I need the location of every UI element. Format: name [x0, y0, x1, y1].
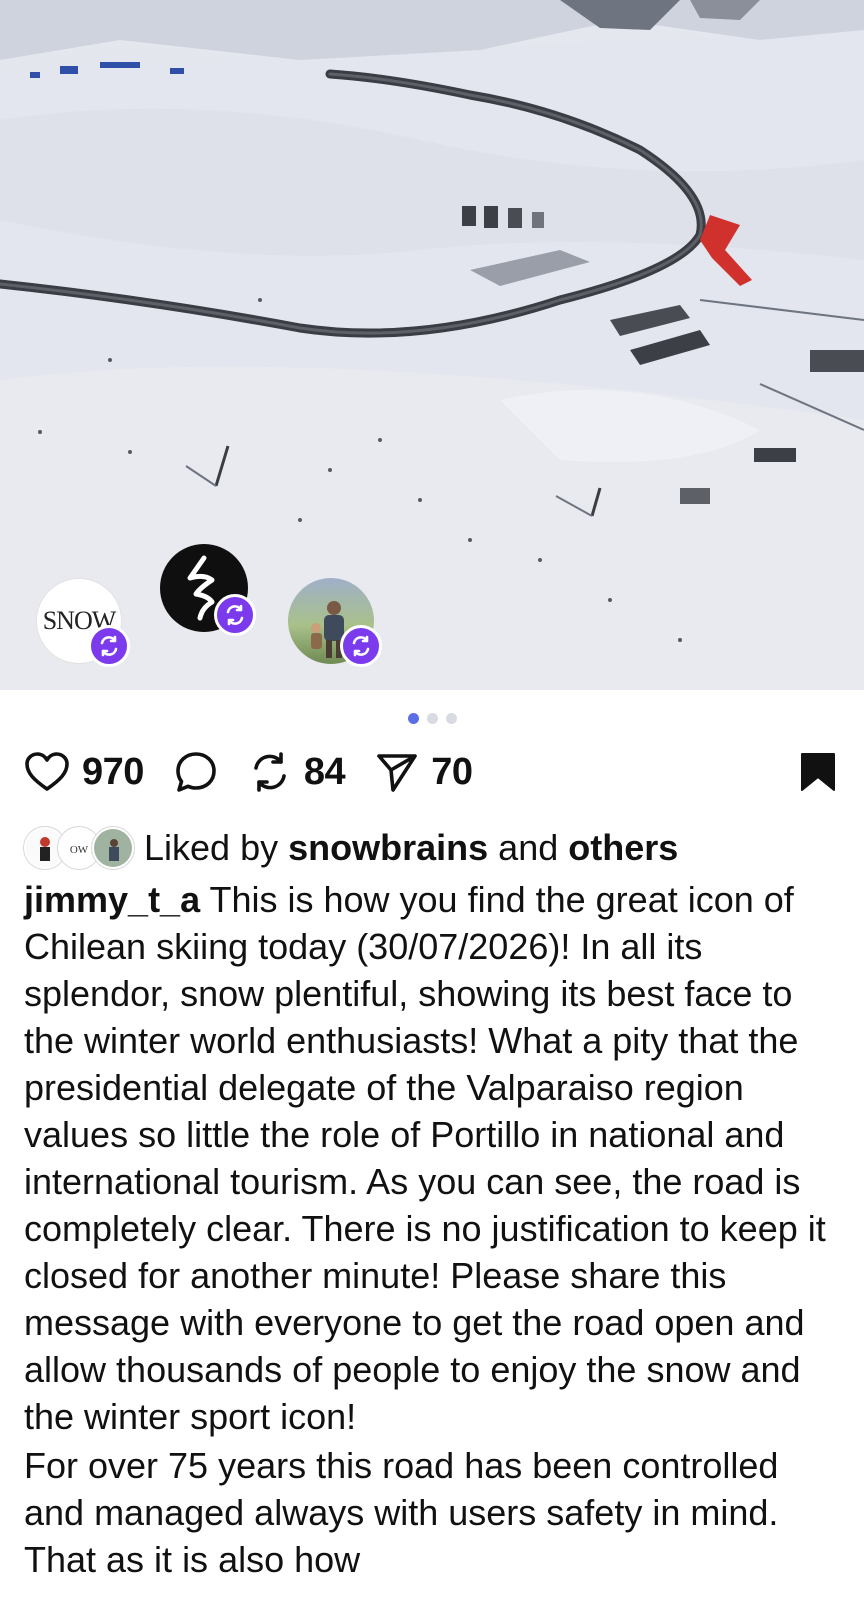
liked-by-user-link[interactable]: snowbrains — [288, 824, 488, 872]
repost-button[interactable]: 84 — [248, 750, 346, 794]
like-count: 970 — [82, 750, 144, 793]
caption-paragraph: jimmy_t_a This is how you find the great… — [24, 876, 844, 1440]
repost-icon — [88, 625, 130, 667]
caption-username-link[interactable]: jimmy_t_a — [24, 879, 200, 920]
like-button[interactable]: 970 — [24, 751, 144, 794]
liked-by-row[interactable]: OW Liked by snowbrains and others — [24, 824, 840, 872]
ski-resort-photo — [0, 0, 864, 690]
save-button[interactable] — [800, 752, 836, 797]
caption-text: This is how you find the great icon of C… — [24, 879, 826, 1437]
share-button[interactable]: 70 — [375, 750, 473, 794]
pager-dot-active[interactable] — [407, 713, 419, 724]
repost-icon — [340, 625, 382, 667]
post-caption: jimmy_t_a This is how you find the great… — [24, 876, 844, 1583]
repost-count: 84 — [303, 750, 346, 793]
pager-dot[interactable] — [445, 713, 457, 724]
repost-arrows-icon — [254, 752, 286, 792]
avatar — [92, 827, 134, 869]
liked-by-others-link[interactable]: others — [568, 824, 678, 872]
bookmark-filled-icon — [801, 753, 835, 791]
post-media[interactable]: SNOW — [0, 0, 864, 690]
share-count: 70 — [431, 750, 473, 793]
liked-by-avatars: OW — [24, 827, 134, 869]
caption-paragraph-2: For over 75 years this road has been con… — [24, 1445, 779, 1580]
heart-icon — [25, 752, 69, 791]
pager-dot[interactable] — [426, 713, 438, 724]
repost-icon — [214, 594, 256, 636]
liked-by-joiner: and — [498, 827, 559, 868]
post-action-bar: 970 84 70 — [24, 742, 840, 802]
carousel-pager — [0, 713, 864, 724]
comment-bubble-icon — [176, 752, 216, 792]
svg-text:OW: OW — [70, 844, 89, 856]
send-paper-plane-icon — [377, 754, 417, 792]
liked-by-prefix: Liked by — [144, 827, 279, 868]
comment-button[interactable] — [174, 750, 218, 794]
